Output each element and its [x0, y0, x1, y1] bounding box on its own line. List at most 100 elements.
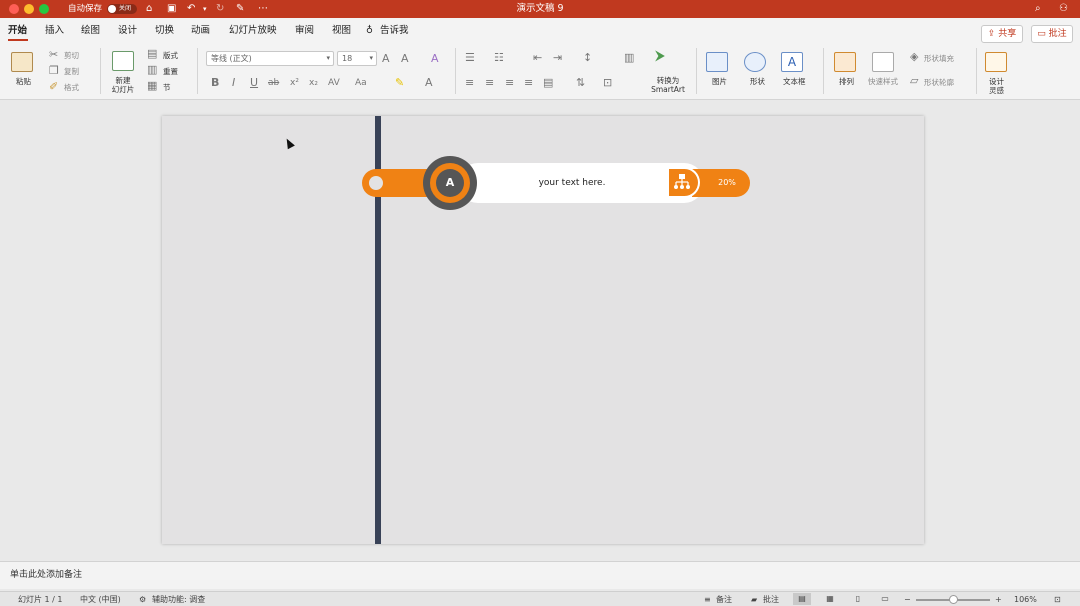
layout-button[interactable]: 版式	[163, 51, 178, 60]
superscript-button[interactable]: x²	[290, 77, 299, 89]
divider	[455, 48, 456, 94]
cut-button[interactable]: 剪切	[64, 51, 79, 60]
line-spacing-icon[interactable]: ↕	[583, 52, 592, 64]
copy-button[interactable]: 复制	[64, 67, 79, 76]
comment-icon: ▭	[1037, 29, 1049, 39]
decrease-font-icon[interactable]: A	[401, 53, 409, 65]
align-text-icon[interactable]: ⊡	[603, 77, 612, 89]
align-left-icon[interactable]: ≡	[465, 77, 474, 89]
notes-pane[interactable]: 单击此处添加备注	[0, 561, 1080, 589]
increase-font-icon[interactable]: A	[382, 53, 390, 65]
subscript-button[interactable]: x₂	[309, 77, 318, 89]
fit-to-window-icon[interactable]: ⊡	[1054, 595, 1061, 604]
change-case-button[interactable]: Aa	[355, 77, 367, 89]
zoom-in-icon[interactable]: +	[995, 595, 1002, 604]
notes-toggle[interactable]: 备注	[716, 595, 732, 604]
font-size-select[interactable]: 18 ▾	[337, 51, 377, 66]
increase-indent-icon[interactable]: ⇥	[553, 52, 562, 64]
highlight-icon[interactable]: ✎	[395, 77, 404, 89]
divider	[976, 48, 977, 94]
tab-design[interactable]: 设计	[118, 25, 137, 37]
bold-button[interactable]: B	[211, 77, 219, 89]
font-size-value: 18	[342, 54, 353, 63]
tab-insert[interactable]: 插入	[45, 25, 64, 37]
notes-placeholder[interactable]: 单击此处添加备注	[10, 570, 82, 581]
shape-outline-icon: ▱	[910, 74, 919, 87]
percent-label[interactable]: 20%	[710, 169, 744, 197]
active-tab-indicator	[8, 39, 28, 41]
new-slide-label-1: 新建	[115, 76, 131, 85]
font-name-select[interactable]: 等线 (正文) ▾	[206, 51, 334, 66]
underline-button[interactable]: U	[250, 77, 258, 89]
connector-dot	[369, 176, 383, 190]
badge-letter[interactable]: A	[436, 169, 464, 197]
slide-body-text[interactable]: your text here.	[502, 177, 642, 189]
shape-fill-button[interactable]: 形状填充	[924, 54, 954, 63]
normal-view-icon[interactable]: ▤	[793, 593, 811, 605]
arrange-label: 排列	[839, 77, 854, 86]
zoom-out-icon[interactable]: −	[904, 595, 911, 604]
account-icon[interactable]: ⚇	[1059, 3, 1068, 15]
shapes-label: 形状	[750, 77, 765, 86]
italic-button[interactable]: I	[232, 77, 235, 89]
smartart-label-1: 转换为	[656, 76, 680, 85]
smartart-icon: ⮞	[655, 48, 666, 64]
font-name-value: 等线 (正文)	[211, 54, 252, 63]
reading-view-icon[interactable]: ▯	[849, 593, 867, 605]
align-right-icon[interactable]: ≡	[505, 77, 514, 89]
reset-icon: ▥	[147, 63, 158, 76]
document-title: 演示文稿 9	[516, 3, 564, 14]
title-bar: 自动保存 关闭 ⌂ ▣ ↶ ▾ ↻ ✎ ⋯ 演示文稿 9 ⌕ ⚇	[0, 0, 1080, 18]
tab-home[interactable]: 开始	[8, 25, 27, 37]
slide-counter: 幻灯片 1 / 1	[18, 595, 63, 604]
comments-label: 批注	[1048, 29, 1067, 39]
font-color-button[interactable]: A	[425, 77, 433, 89]
strikethrough-button[interactable]: ab	[268, 77, 279, 89]
tab-animations[interactable]: 动画	[191, 25, 210, 37]
tab-review[interactable]: 审阅	[295, 25, 314, 37]
picture-icon	[706, 52, 728, 72]
section-icon: ▦	[147, 79, 158, 92]
divider	[823, 48, 824, 94]
tab-slideshow[interactable]: 幻灯片放映	[229, 25, 277, 37]
slide-sorter-icon[interactable]: ▦	[821, 593, 839, 605]
ribbon-toolbar: 粘贴 ✂ 剪切 ❐ 复制 ✐ 格式 新建 幻灯片 ▤ 版式 ▥ 重置 ▦ 节 等…	[0, 44, 1080, 100]
reset-button[interactable]: 重置	[163, 67, 178, 76]
arrange-icon	[834, 52, 856, 72]
section-button[interactable]: 节	[163, 83, 171, 92]
accessibility-status[interactable]: 辅助功能: 调查	[152, 595, 205, 604]
zoom-slider-handle[interactable]	[949, 595, 958, 604]
slide[interactable]: 20% A your text here.	[162, 116, 924, 544]
search-icon[interactable]: ⌕	[1035, 3, 1041, 15]
share-label: 共享	[998, 29, 1017, 39]
slideshow-view-icon[interactable]: ▭	[876, 593, 894, 605]
share-button[interactable]: ⇪ 共享	[981, 25, 1023, 43]
comments-toggle[interactable]: 批注	[763, 595, 779, 604]
numbering-icon[interactable]: ☷	[494, 52, 504, 64]
chevron-down-icon: ▾	[326, 54, 330, 62]
tab-view[interactable]: 视图	[332, 25, 351, 37]
character-spacing-button[interactable]: AV	[328, 77, 340, 89]
tell-me-box[interactable]: 告诉我	[380, 25, 409, 37]
text-direction-icon[interactable]: ⇅	[576, 77, 585, 89]
comments-button[interactable]: ▭ 批注	[1031, 25, 1073, 43]
status-bar: 幻灯片 1 / 1 中文 (中国) ⚙ 辅助功能: 调查 ≡ 备注 ▰ 批注 ▤…	[0, 591, 1080, 606]
paste-label: 粘贴	[16, 77, 31, 86]
columns-icon[interactable]: ▥	[624, 52, 634, 64]
shape-outline-button[interactable]: 形状轮廓	[924, 78, 954, 87]
layout-icon: ▤	[147, 47, 158, 60]
distributed-icon[interactable]: ▤	[543, 77, 553, 89]
clear-format-icon[interactable]: A	[431, 53, 439, 65]
align-center-icon[interactable]: ≡	[485, 77, 494, 89]
divider	[100, 48, 101, 94]
language-indicator[interactable]: 中文 (中国)	[80, 595, 121, 604]
tab-draw[interactable]: 绘图	[81, 25, 100, 37]
justify-icon[interactable]: ≡	[524, 77, 533, 89]
comment-icon: ▰	[751, 595, 758, 604]
chevron-down-icon: ▾	[369, 54, 373, 62]
zoom-level[interactable]: 106%	[1014, 595, 1037, 604]
bullets-icon[interactable]: ☰	[465, 52, 475, 64]
decrease-indent-icon[interactable]: ⇤	[533, 52, 542, 64]
tab-transitions[interactable]: 切换	[155, 25, 174, 37]
format-painter-button[interactable]: 格式	[64, 83, 79, 92]
